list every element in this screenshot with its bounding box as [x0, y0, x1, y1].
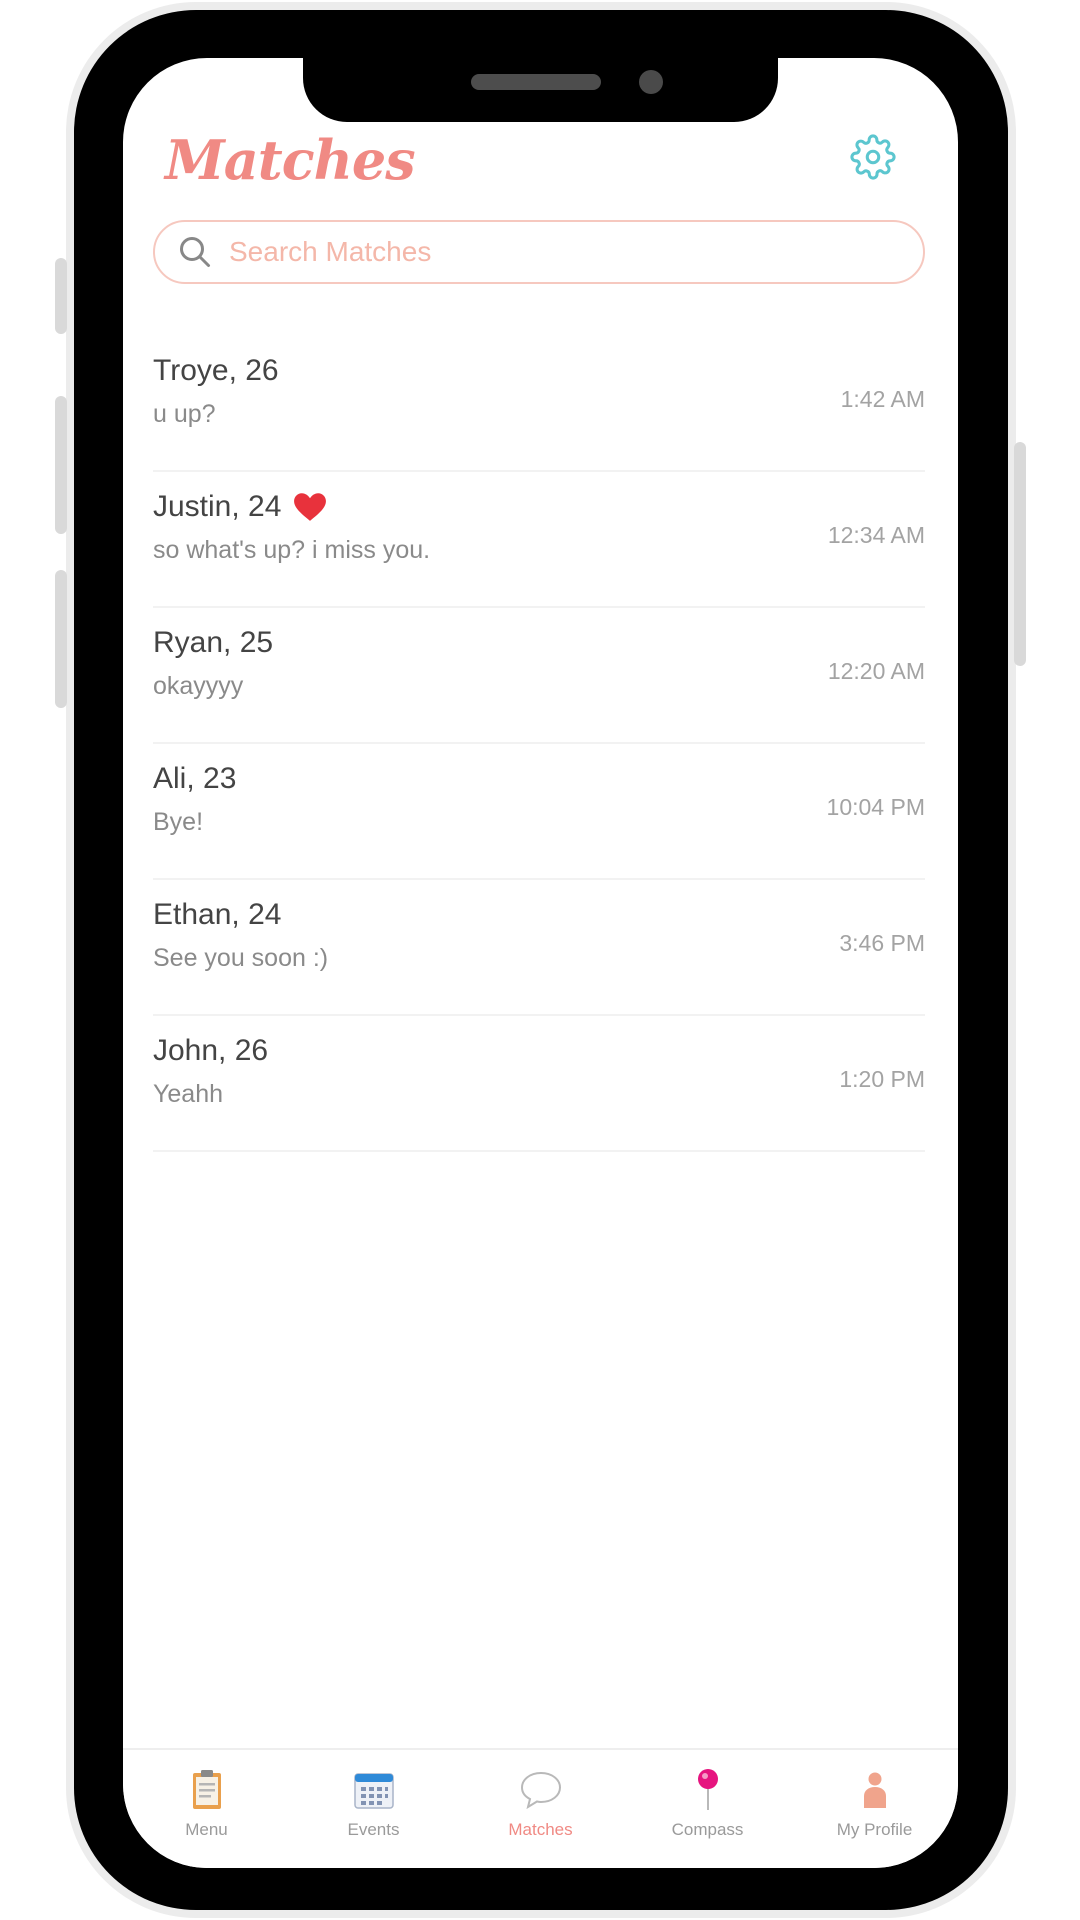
app-screen: Matches Troye, 26 u up? 1:42 AM Jus	[123, 58, 958, 1868]
match-name: Ethan, 24	[153, 898, 282, 931]
match-name: Ali, 23	[153, 762, 237, 795]
clipboard-icon	[192, 1770, 221, 1809]
match-last-message: okayyyy	[153, 672, 244, 700]
match-name: John, 26	[153, 1034, 269, 1067]
chat-bubble-icon	[520, 1771, 561, 1810]
tab-label: Compass	[671, 1820, 744, 1839]
match-name-line: Troye, 26	[153, 354, 279, 388]
match-name-line: Ryan, 25	[153, 626, 273, 660]
matches-list: Troye, 26 u up? 1:42 AM Justin, 24 so wh…	[153, 336, 925, 1152]
match-time: 1:20 PM	[839, 1066, 925, 1092]
match-name: Justin, 24	[153, 490, 282, 523]
match-row[interactable]: Justin, 24 so what's up? i miss you. 12:…	[153, 472, 925, 608]
heart-icon	[294, 493, 327, 521]
match-time: 12:20 AM	[827, 658, 925, 684]
power-button	[1014, 442, 1026, 666]
tab-label: Matches	[508, 1820, 573, 1839]
map-pin-icon	[697, 1769, 718, 1810]
bottom-tab-bar: Menu Events Matches Compass My Profile	[123, 1748, 958, 1868]
device-mockup: Matches Troye, 26 u up? 1:42 AM Jus	[0, 0, 1080, 1920]
tab-menu[interactable]: Menu	[123, 1750, 290, 1868]
volume-down-button	[55, 570, 67, 708]
match-time: 10:04 PM	[826, 794, 925, 820]
match-row[interactable]: Ethan, 24 See you soon :) 3:46 PM	[153, 880, 925, 1016]
match-name-line: Justin, 24	[153, 490, 327, 524]
gear-icon[interactable]	[850, 134, 896, 180]
tab-compass[interactable]: Compass	[624, 1750, 791, 1868]
speaker-grille	[471, 74, 601, 90]
calendar-icon	[353, 1773, 394, 1809]
match-last-message: Bye!	[153, 808, 204, 836]
page-title: Matches	[165, 128, 416, 192]
tab-events[interactable]: Events	[290, 1750, 457, 1868]
match-row[interactable]: Troye, 26 u up? 1:42 AM	[153, 336, 925, 472]
match-row[interactable]: Ryan, 25 okayyyy 12:20 AM	[153, 608, 925, 744]
search-icon	[180, 237, 210, 267]
match-time: 12:34 AM	[827, 522, 925, 548]
match-time: 1:42 AM	[840, 386, 925, 412]
notch	[303, 58, 778, 122]
match-name: Ryan, 25	[153, 626, 274, 659]
front-camera	[639, 70, 663, 94]
search-bar[interactable]	[153, 220, 925, 284]
silent-switch	[55, 258, 67, 334]
match-last-message: u up?	[153, 400, 216, 428]
tab-matches[interactable]: Matches	[457, 1750, 624, 1868]
person-icon	[863, 1772, 886, 1808]
match-last-message: Yeahh	[153, 1080, 223, 1108]
search-input[interactable]	[227, 235, 871, 269]
match-row[interactable]: Ali, 23 Bye! 10:04 PM	[153, 744, 925, 880]
tab-my-profile[interactable]: My Profile	[791, 1750, 958, 1868]
tab-label: Events	[347, 1820, 400, 1839]
match-name: Troye, 26	[153, 354, 279, 387]
match-name-line: John, 26	[153, 1034, 268, 1068]
match-last-message: so what's up? i miss you.	[153, 536, 431, 564]
match-time: 3:46 PM	[839, 930, 925, 956]
volume-up-button	[55, 396, 67, 534]
match-name-line: Ali, 23	[153, 762, 236, 796]
tab-label: My Profile	[836, 1820, 913, 1839]
match-row[interactable]: John, 26 Yeahh 1:20 PM	[153, 1016, 925, 1152]
match-name-line: Ethan, 24	[153, 898, 281, 932]
tab-label: Menu	[185, 1820, 228, 1839]
match-last-message: See you soon :)	[153, 944, 329, 972]
